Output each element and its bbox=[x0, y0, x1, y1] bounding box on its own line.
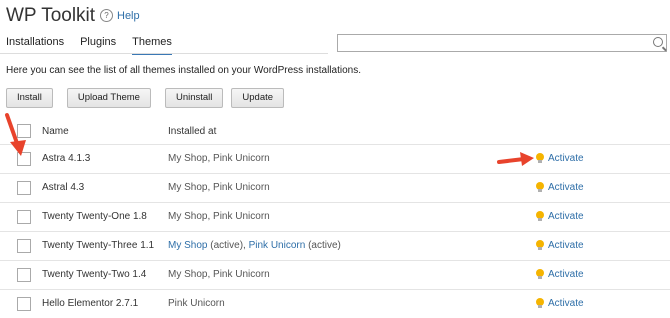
table-row: Twenty Twenty-One 1.8 My Shop, Pink Unic… bbox=[0, 203, 670, 232]
site-link-my-shop[interactable]: My Shop bbox=[168, 240, 207, 251]
activate-link[interactable]: Activate bbox=[536, 182, 584, 193]
installed-at: My Shop, Pink Unicorn bbox=[168, 153, 270, 164]
theme-name: Hello Elementor 2.7.1 bbox=[42, 298, 139, 309]
theme-name: Astral 4.3 bbox=[42, 182, 85, 193]
column-header-name[interactable]: Name bbox=[42, 126, 69, 137]
activate-link[interactable]: Activate bbox=[536, 153, 584, 164]
activate-link[interactable]: Activate bbox=[536, 240, 584, 251]
lightbulb-icon bbox=[536, 182, 544, 193]
help-link[interactable]: ? Help bbox=[100, 9, 140, 22]
upload-theme-button[interactable]: Upload Theme bbox=[66, 88, 151, 108]
activate-link[interactable]: Activate bbox=[536, 298, 584, 309]
lightbulb-icon bbox=[536, 153, 544, 164]
search-icon[interactable] bbox=[653, 37, 663, 47]
installed-at: Pink Unicorn bbox=[168, 298, 225, 309]
annotation-arrow-down-icon bbox=[5, 113, 26, 156]
activate-label: Activate bbox=[548, 211, 584, 222]
lightbulb-icon bbox=[536, 211, 544, 222]
table-header-row: Name Installed at bbox=[0, 118, 670, 145]
themes-table: Name Installed at Astra 4.1.3 My Shop, P… bbox=[0, 118, 670, 318]
install-button[interactable]: Install bbox=[6, 88, 53, 108]
help-icon: ? bbox=[100, 9, 113, 22]
tabs-divider bbox=[0, 53, 328, 54]
lightbulb-icon bbox=[536, 240, 544, 251]
active-marker: (active), bbox=[207, 240, 249, 251]
table-row: Twenty Twenty-Three 1.1 My Shop (active)… bbox=[0, 232, 670, 261]
installed-at: My Shop, Pink Unicorn bbox=[168, 182, 270, 193]
row-checkbox[interactable] bbox=[17, 297, 31, 311]
activate-link[interactable]: Activate bbox=[536, 269, 584, 280]
row-checkbox[interactable] bbox=[17, 239, 31, 253]
activate-label: Activate bbox=[548, 240, 584, 251]
row-checkbox[interactable] bbox=[17, 210, 31, 224]
annotation-arrow-right-icon bbox=[497, 152, 534, 166]
installed-at: My Shop, Pink Unicorn bbox=[168, 211, 270, 222]
column-header-installed-at: Installed at bbox=[168, 126, 217, 137]
site-link-pink-unicorn[interactable]: Pink Unicorn bbox=[249, 240, 306, 251]
row-checkbox[interactable] bbox=[17, 268, 31, 282]
toolbar: Install Upload Theme Uninstall Update bbox=[6, 88, 285, 108]
table-row: Astra 4.1.3 My Shop, Pink Unicorn Activa… bbox=[0, 145, 670, 174]
update-button[interactable]: Update bbox=[231, 88, 285, 108]
table-row: Twenty Twenty-Two 1.4 My Shop, Pink Unic… bbox=[0, 261, 670, 290]
lightbulb-icon bbox=[536, 298, 544, 309]
installed-at: My Shop (active), Pink Unicorn (active) bbox=[168, 240, 341, 251]
theme-name: Twenty Twenty-Two 1.4 bbox=[42, 269, 147, 280]
help-label: Help bbox=[117, 9, 140, 22]
uninstall-button[interactable]: Uninstall bbox=[164, 88, 224, 108]
activate-label: Activate bbox=[548, 153, 584, 164]
app-title: WP Toolkit bbox=[6, 5, 96, 26]
theme-name: Twenty Twenty-One 1.8 bbox=[42, 211, 147, 222]
installed-at: My Shop, Pink Unicorn bbox=[168, 269, 270, 280]
table-row: Hello Elementor 2.7.1 Pink Unicorn Activ… bbox=[0, 290, 670, 318]
row-checkbox[interactable] bbox=[17, 181, 31, 195]
intro-text: Here you can see the list of all themes … bbox=[6, 65, 361, 76]
activate-label: Activate bbox=[548, 182, 584, 193]
activate-link[interactable]: Activate bbox=[536, 211, 584, 222]
active-marker: (active) bbox=[305, 240, 341, 251]
theme-name: Twenty Twenty-Three 1.1 bbox=[42, 240, 155, 251]
search-input[interactable] bbox=[337, 34, 667, 52]
lightbulb-icon bbox=[536, 269, 544, 280]
theme-name: Astra 4.1.3 bbox=[42, 153, 91, 164]
activate-label: Activate bbox=[548, 269, 584, 280]
table-row: Astral 4.3 My Shop, Pink Unicorn Activat… bbox=[0, 174, 670, 203]
activate-label: Activate bbox=[548, 298, 584, 309]
